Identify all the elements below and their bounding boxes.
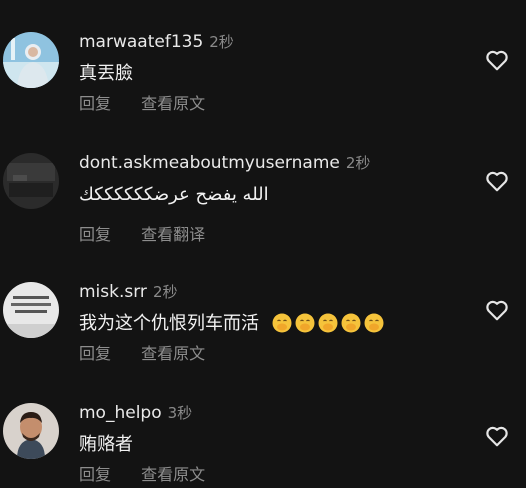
timestamp: 2秒 bbox=[209, 33, 234, 51]
hand-over-mouth-emoji bbox=[295, 313, 315, 333]
username[interactable]: misk.srr 2秒 bbox=[79, 282, 177, 302]
username-text[interactable]: dont.askmeaboutmyusername bbox=[79, 153, 340, 173]
heart-icon[interactable] bbox=[484, 423, 510, 449]
avatar[interactable] bbox=[3, 282, 59, 338]
timestamp: 2秒 bbox=[152, 283, 178, 301]
hand-over-mouth-emoji bbox=[272, 313, 292, 333]
view-original-button[interactable]: 查看原文 bbox=[141, 465, 205, 485]
reply-button[interactable]: 回复 bbox=[79, 344, 111, 364]
reply-button[interactable]: 回复 bbox=[79, 94, 111, 114]
timestamp: 3秒 bbox=[167, 404, 193, 422]
comment-text: 我为这个仇恨列车而活 bbox=[79, 312, 384, 336]
comment-actions: 回复 查看原文 bbox=[79, 344, 205, 364]
emoji-group bbox=[269, 313, 384, 334]
comment-text: 真丟臉 bbox=[79, 63, 133, 84]
avatar[interactable] bbox=[3, 153, 59, 209]
comment-actions: 回复 查看原文 bbox=[79, 465, 205, 485]
view-original-button[interactable]: 查看原文 bbox=[141, 344, 205, 364]
view-translation-button[interactable]: 查看翻译 bbox=[141, 225, 205, 245]
hand-over-mouth-emoji bbox=[318, 313, 338, 333]
reply-button[interactable]: 回复 bbox=[79, 225, 111, 245]
comment-actions: 回复 查看翻译 bbox=[79, 225, 205, 245]
view-original-button[interactable]: 查看原文 bbox=[141, 94, 205, 114]
username[interactable]: mo_helpo 3秒 bbox=[79, 403, 192, 423]
heart-icon[interactable] bbox=[484, 47, 510, 73]
comment-list: marwaatef135 2秒 真丟臉 回复 查看原文 dont.askmeabo… bbox=[0, 0, 526, 488]
username-text[interactable]: mo_helpo bbox=[79, 403, 162, 423]
comment-text-content: 我为这个仇恨列车而活 bbox=[79, 313, 259, 334]
username[interactable]: marwaatef135 2秒 bbox=[79, 32, 234, 52]
avatar[interactable] bbox=[3, 32, 59, 88]
comment-text: الله يفضح عرضككككككك bbox=[79, 184, 269, 205]
heart-icon[interactable] bbox=[484, 168, 510, 194]
comment-text: 贿赂者 bbox=[79, 434, 133, 455]
avatar[interactable] bbox=[3, 403, 59, 459]
heart-icon[interactable] bbox=[484, 297, 510, 323]
hand-over-mouth-emoji bbox=[341, 313, 361, 333]
timestamp: 2秒 bbox=[345, 154, 371, 172]
comment-actions: 回复 查看原文 bbox=[79, 94, 205, 114]
reply-button[interactable]: 回复 bbox=[79, 465, 111, 485]
hand-over-mouth-emoji bbox=[364, 313, 384, 333]
username[interactable]: dont.askmeaboutmyusername 2秒 bbox=[79, 153, 370, 173]
username-text[interactable]: misk.srr bbox=[79, 282, 147, 302]
username-text[interactable]: marwaatef135 bbox=[79, 32, 203, 52]
